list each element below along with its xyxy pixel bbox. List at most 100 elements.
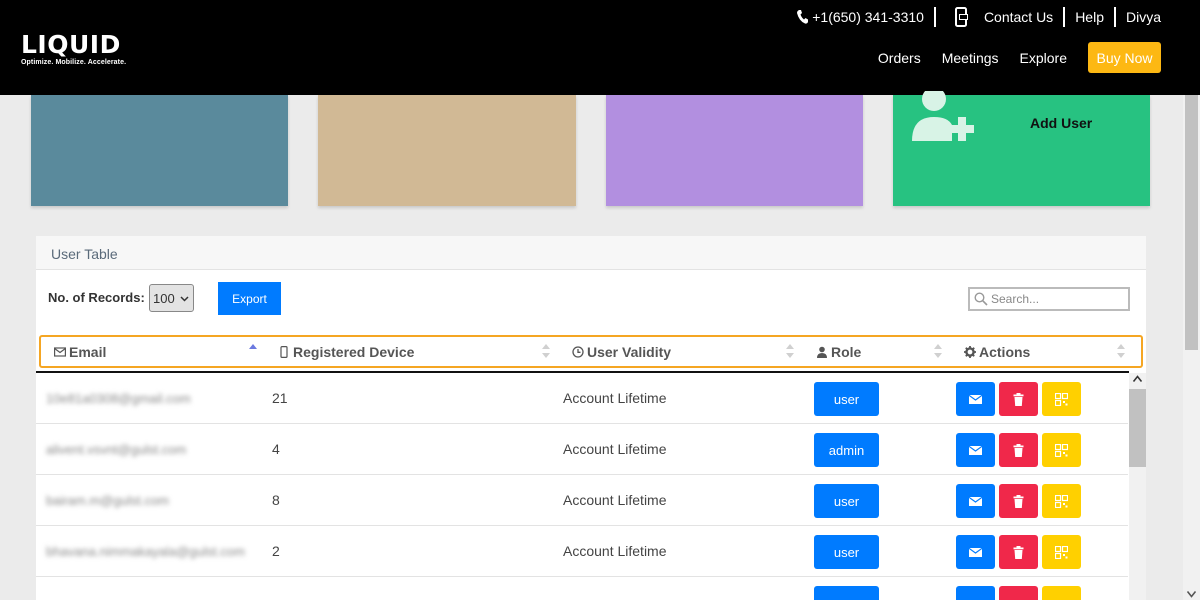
- send-email-button[interactable]: [956, 535, 995, 569]
- cell-device: 2: [272, 543, 280, 559]
- column-label-email: Email: [69, 343, 107, 360]
- send-email-button[interactable]: [956, 382, 995, 416]
- cell-validity: Account Lifetime: [563, 390, 667, 406]
- role-button[interactable]: [814, 586, 879, 600]
- search-icon: [974, 292, 988, 306]
- sort-icon[interactable]: [934, 344, 942, 358]
- role-button[interactable]: admin: [814, 433, 879, 467]
- table-row: bhavana.nimmakayala@gulst.com 2 Account …: [36, 526, 1128, 577]
- table-scrollbar-thumb[interactable]: [1129, 389, 1146, 467]
- sort-icon[interactable]: [542, 344, 550, 358]
- logo[interactable]: LIQUID Optimize. Mobilize. Accelerate.: [21, 30, 126, 67]
- delete-button[interactable]: [999, 382, 1038, 416]
- qr-code-icon: [1055, 392, 1068, 406]
- role-button[interactable]: user: [814, 382, 879, 416]
- trash-icon: [1013, 545, 1024, 559]
- envelope-icon: [969, 445, 982, 455]
- add-user-icon: [912, 91, 974, 141]
- column-header-role[interactable]: Role: [816, 337, 861, 366]
- top-utility-bar: +1(650) 341-3310 Contact Us Help Divya: [787, 7, 1161, 27]
- scroll-down-arrow-icon[interactable]: [1187, 590, 1196, 598]
- cell-validity: Account Lifetime: [563, 492, 667, 508]
- column-header-email[interactable]: Email: [54, 337, 106, 366]
- qr-code-icon: [1055, 545, 1068, 559]
- qr-code-button[interactable]: [1042, 484, 1081, 518]
- phone-number: +1(650) 341-3310: [812, 9, 924, 25]
- summary-card-2[interactable]: [318, 95, 576, 206]
- nav-meetings[interactable]: Meetings: [942, 50, 999, 66]
- summary-card-1[interactable]: [31, 95, 288, 206]
- cell-email: 10e81a0308@gmail.com: [46, 390, 191, 406]
- phone-link[interactable]: +1(650) 341-3310: [787, 7, 934, 27]
- column-header-validity[interactable]: User Validity: [572, 337, 671, 366]
- clock-icon: [572, 345, 584, 358]
- search-input[interactable]: [991, 292, 1121, 306]
- top-header: LIQUID Optimize. Mobilize. Accelerate. +…: [0, 0, 1200, 95]
- column-header-device[interactable]: Registered Device: [278, 337, 414, 366]
- records-label: No. of Records:: [48, 290, 145, 305]
- main-nav: Orders Meetings Explore Buy Now: [878, 42, 1161, 73]
- mobile-device-icon: [954, 7, 968, 27]
- page-scrollbar-thumb[interactable]: [1185, 95, 1198, 350]
- help-link[interactable]: Help: [1065, 7, 1114, 27]
- envelope-icon: [54, 346, 66, 357]
- table-row: alivent.vsvnt@gulst.com 4 Account Lifeti…: [36, 424, 1128, 475]
- delete-button[interactable]: [999, 586, 1038, 600]
- records-select[interactable]: 100: [149, 284, 194, 312]
- table-header: Email Registered Device User Validity Ro…: [39, 335, 1143, 368]
- table-scrollbar[interactable]: [1129, 373, 1146, 600]
- qr-code-button[interactable]: [1042, 382, 1081, 416]
- send-email-button[interactable]: [956, 586, 995, 600]
- column-label-validity: User Validity: [587, 343, 672, 360]
- cell-email: alivent.vsvnt@gulst.com: [46, 441, 187, 457]
- qr-code-icon: [1055, 443, 1068, 457]
- sort-icon[interactable]: [786, 344, 794, 358]
- qr-code-button[interactable]: [1042, 535, 1081, 569]
- user-table-panel: User Table No. of Records: 100 Export Em…: [36, 236, 1146, 600]
- qr-code-button[interactable]: [1042, 586, 1081, 600]
- table-row: bairam.m@gulst.com 8 Account Lifetime us…: [36, 475, 1128, 526]
- logo-text: LIQUID: [21, 30, 121, 59]
- qr-code-icon: [1055, 494, 1068, 508]
- column-header-actions[interactable]: Actions: [964, 337, 1030, 366]
- role-button[interactable]: user: [814, 484, 879, 518]
- delete-button[interactable]: [999, 433, 1038, 467]
- gear-icon: [964, 345, 976, 358]
- trash-icon: [1013, 443, 1024, 457]
- help-label: Help: [1075, 9, 1104, 25]
- scroll-up-arrow-icon[interactable]: [1133, 375, 1142, 383]
- add-user-label: Add User: [1030, 115, 1093, 131]
- delete-button[interactable]: [999, 535, 1038, 569]
- buy-now-button[interactable]: Buy Now: [1088, 42, 1161, 73]
- page-scrollbar[interactable]: [1183, 95, 1200, 600]
- delete-button[interactable]: [999, 484, 1038, 518]
- column-label-role: Role: [831, 343, 862, 360]
- user-menu[interactable]: Divya: [1116, 7, 1161, 27]
- table-row: [36, 577, 1128, 600]
- sort-asc-icon[interactable]: [249, 344, 257, 358]
- column-label-device: Registered Device: [293, 343, 415, 360]
- send-email-button[interactable]: [956, 433, 995, 467]
- nav-orders[interactable]: Orders: [878, 50, 921, 66]
- nav-explore[interactable]: Explore: [1020, 50, 1067, 66]
- export-button[interactable]: Export: [218, 282, 281, 315]
- cell-device: 4: [272, 441, 280, 457]
- contact-us-link[interactable]: Contact Us: [936, 7, 1063, 27]
- role-button[interactable]: user: [814, 535, 879, 569]
- search-box: [968, 287, 1130, 311]
- cell-validity: Account Lifetime: [563, 543, 667, 559]
- envelope-icon: [969, 394, 982, 404]
- cell-email: bhavana.nimmakayala@gulst.com: [46, 543, 245, 559]
- cell-email: bairam.m@gulst.com: [46, 492, 170, 508]
- send-email-button[interactable]: [956, 484, 995, 518]
- sort-icon[interactable]: [1117, 344, 1125, 358]
- chevron-down-icon: [180, 295, 189, 302]
- panel-title: User Table: [36, 236, 1146, 270]
- cell-validity: Account Lifetime: [563, 441, 667, 457]
- qr-code-button[interactable]: [1042, 433, 1081, 467]
- summary-card-3[interactable]: [606, 95, 863, 206]
- add-user-card[interactable]: Add User: [893, 91, 1150, 206]
- table-row: 10e81a0308@gmail.com 21 Account Lifetime…: [36, 373, 1128, 424]
- contact-us-label: Contact Us: [983, 9, 1054, 25]
- envelope-icon: [969, 547, 982, 557]
